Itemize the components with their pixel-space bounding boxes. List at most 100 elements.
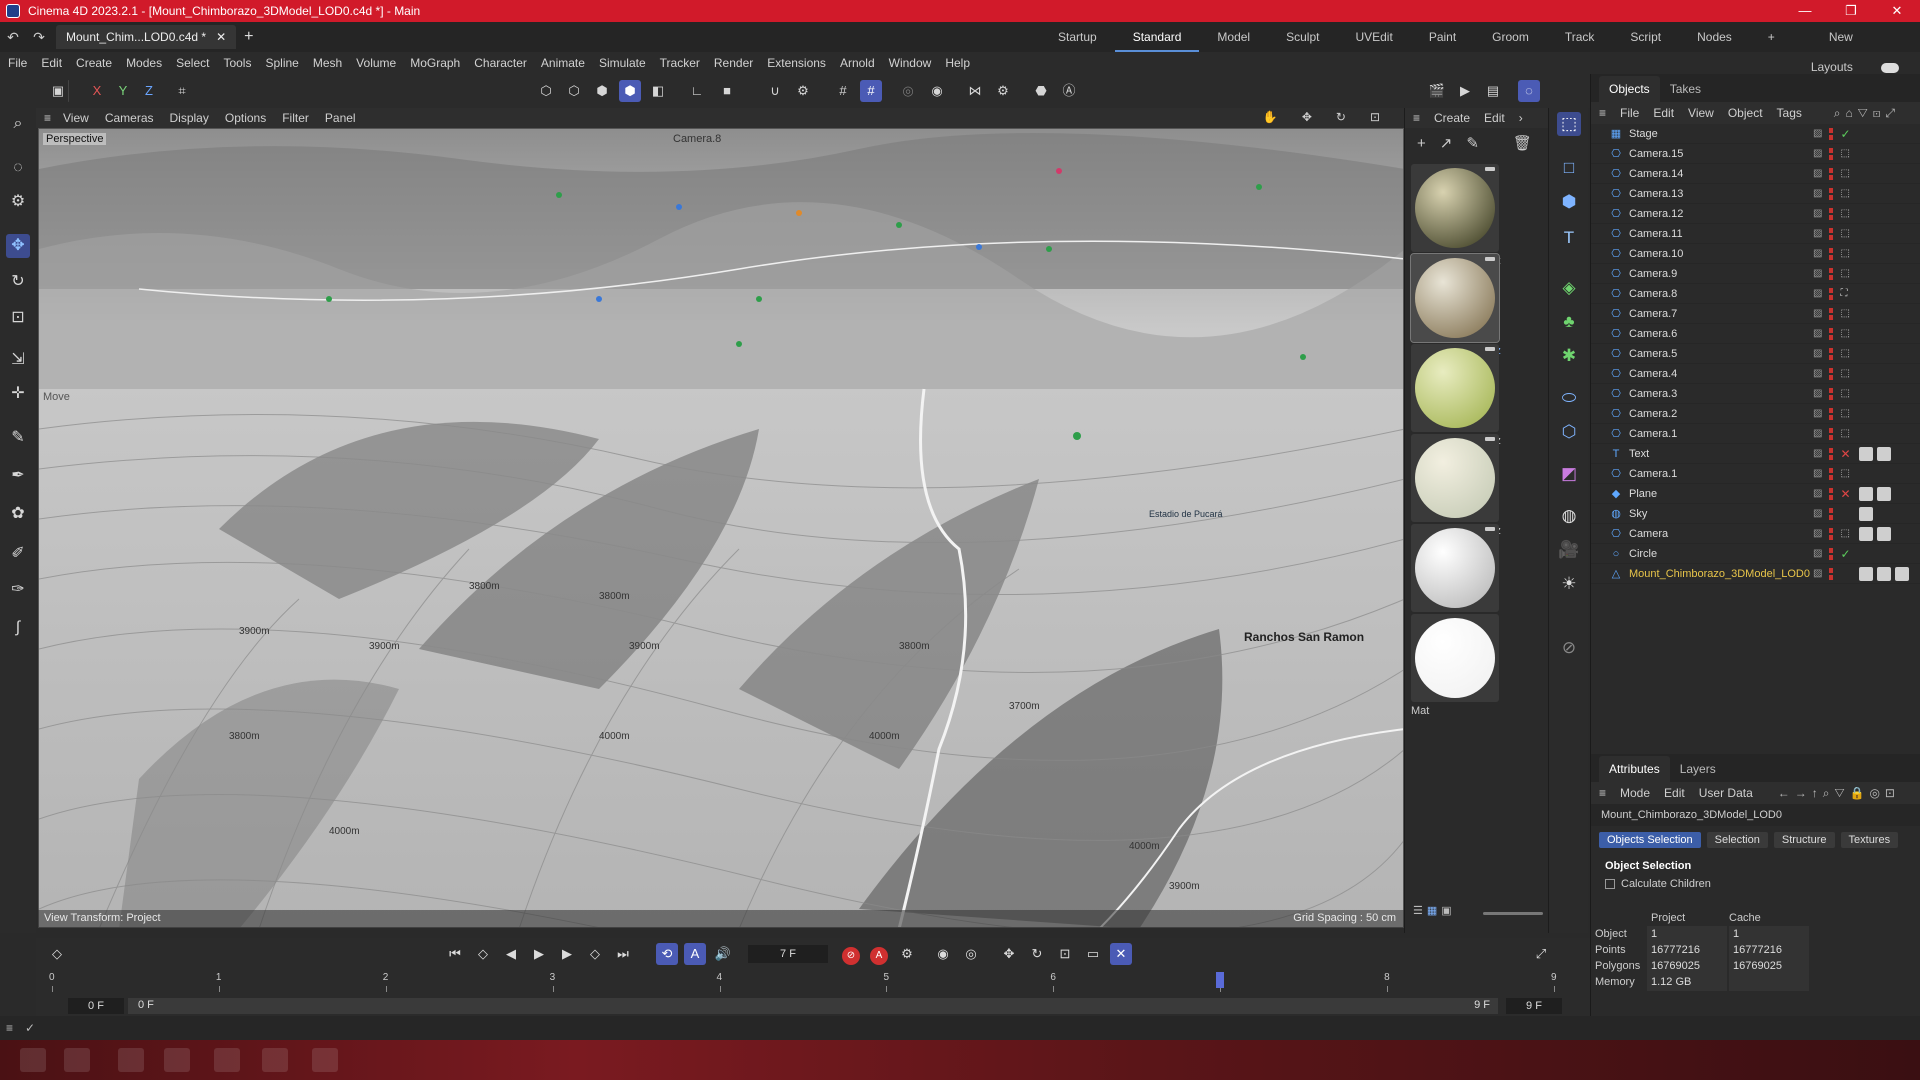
object-row[interactable]: ⎔ Camera.9 ▨ ⬚ — [1591, 264, 1920, 284]
object-row[interactable]: ⎔ Camera.5 ▨ ⬚ — [1591, 344, 1920, 364]
close-button[interactable]: ✕ — [1874, 0, 1920, 22]
layer-icon[interactable]: ▨ — [1813, 128, 1822, 139]
layer-icon[interactable]: ▨ — [1813, 548, 1822, 559]
layer-icon[interactable]: ▨ — [1813, 528, 1822, 539]
render-active-view-icon[interactable]: 🎬 — [1426, 80, 1448, 102]
subtab-selection[interactable]: Selection — [1706, 832, 1768, 848]
document-tab[interactable]: Mount_Chim...LOD0.c4d * ✕ — [56, 25, 237, 49]
protection-tag-icon[interactable]: ⬚ — [1840, 468, 1849, 479]
layout-tab-standard[interactable]: Standard — [1114, 22, 1200, 52]
menu-render[interactable]: Render — [714, 56, 753, 70]
viewport-menu-cameras[interactable]: Cameras — [105, 111, 154, 125]
material-swatch[interactable]: Mount_Chimboraz — [1411, 164, 1505, 267]
layout-tab-groom[interactable]: Groom — [1474, 22, 1547, 52]
interactive-render-icon[interactable]: ◌ — [1518, 80, 1540, 102]
end-frame-field[interactable]: 9 F — [1506, 998, 1562, 1014]
y-axis-toggle[interactable]: Y — [112, 80, 134, 102]
chevron-right-icon[interactable]: › — [1519, 111, 1523, 125]
subtab-objects-selection[interactable]: Objects Selection — [1599, 832, 1701, 848]
objects-toolbar-icons[interactable]: ⌕⌂▽⊡⤢ — [1834, 106, 1900, 121]
attributes-menu-edit[interactable]: Edit — [1664, 786, 1685, 800]
timeline-ruler[interactable]: 0123456789 — [36, 970, 1590, 996]
field-icon[interactable]: ⬡ — [1557, 420, 1581, 444]
viewport-menu-filter[interactable]: Filter — [282, 111, 309, 125]
enabled-check-icon[interactable]: ✓ — [1840, 547, 1850, 561]
camera-create-icon[interactable]: 🎥 — [1557, 538, 1581, 562]
material-swatch[interactable]: PBR — [1411, 524, 1505, 627]
layer-icon[interactable]: ▨ — [1813, 248, 1822, 259]
visibility-toggle[interactable] — [1829, 467, 1834, 480]
taskbar-app-icon[interactable] — [262, 1048, 288, 1072]
paint-tool-icon[interactable]: ✿ — [6, 502, 30, 526]
layer-icon[interactable]: ▨ — [1813, 368, 1822, 379]
material-swatch[interactable]: Mat — [1411, 614, 1505, 717]
taskbar-app-icon[interactable] — [118, 1048, 144, 1072]
tag-icon[interactable] — [1877, 446, 1891, 461]
object-row[interactable]: ▦ Stage ▨ ✓ — [1591, 124, 1920, 144]
pan-view-icon[interactable]: ✋ — [1263, 110, 1278, 124]
material-swatch[interactable]: Mount_Chimboraz — [1411, 344, 1505, 447]
object-row[interactable]: ⎔ Camera.3 ▨ ⬚ — [1591, 384, 1920, 404]
autokey-icon[interactable]: A — [868, 943, 890, 965]
material-swatch[interactable]: Mount_Chimboraz — [1410, 253, 1505, 357]
viewport-menu-display[interactable]: Display — [170, 111, 209, 125]
material-size-slider[interactable] — [1483, 912, 1543, 915]
visibility-toggle[interactable] — [1829, 127, 1834, 140]
object-row[interactable]: ◍ Sky ▨ — [1591, 504, 1920, 524]
disabled-tool-icon[interactable]: ⊘ — [1557, 636, 1581, 660]
menu-simulate[interactable]: Simulate — [599, 56, 646, 70]
undo-icon[interactable]: ↶ — [0, 29, 26, 46]
tag-icon[interactable] — [1859, 526, 1873, 541]
attribute-nav-icons[interactable]: ←→↑⌕▽🔒◎⊡ — [1778, 786, 1900, 801]
param-key-icon[interactable]: ▭ — [1082, 943, 1104, 965]
model-mode-icon[interactable]: ⬢ — [619, 80, 641, 102]
taskbar-app-icon[interactable] — [164, 1048, 190, 1072]
object-row[interactable]: ⎔ Camera.2 ▨ ⬚ — [1591, 404, 1920, 424]
menu-spline[interactable]: Spline — [265, 56, 298, 70]
axis-mode-icon[interactable]: ∟ — [686, 80, 708, 102]
tab-attributes[interactable]: Attributes — [1599, 756, 1670, 782]
subtab-structure[interactable]: Structure — [1773, 832, 1835, 848]
sound-icon[interactable]: 🔊 — [712, 943, 734, 965]
layer-icon[interactable]: ▨ — [1813, 268, 1822, 279]
object-row[interactable]: ⎔ Camera.13 ▨ ⬚ — [1591, 184, 1920, 204]
tag-icon[interactable] — [1895, 566, 1909, 581]
layout-tab-track[interactable]: Track — [1547, 22, 1613, 52]
dolly-view-icon[interactable]: ✥ — [1302, 110, 1312, 124]
go-to-end-icon[interactable]: ⏭ — [612, 943, 634, 965]
layout-tab-startup[interactable]: Startup — [1040, 22, 1115, 52]
object-row[interactable]: ⎔ Camera.6 ▨ ⬚ — [1591, 324, 1920, 344]
subtab-textures[interactable]: Textures — [1840, 832, 1899, 848]
visibility-toggle[interactable] — [1829, 427, 1834, 440]
keyframe-icon[interactable]: ◇ — [46, 943, 68, 965]
live-selection-icon[interactable]: ◌ — [6, 156, 30, 180]
viewport-menu-panel[interactable]: Panel — [325, 111, 356, 125]
protection-tag-icon[interactable]: ⬚ — [1840, 268, 1849, 279]
menu-create[interactable]: Create — [76, 56, 112, 70]
start-frame-field[interactable]: 0 F — [68, 998, 124, 1014]
edit-material-icon[interactable]: ✎ — [1466, 134, 1479, 152]
cube-object-icon[interactable]: ⬢ — [1557, 190, 1581, 214]
menu-animate[interactable]: Animate — [541, 56, 585, 70]
object-row[interactable]: ⎔ Camera.8 ▨ ⛶ — [1591, 284, 1920, 304]
symmetry-icon[interactable]: ⋈ — [964, 80, 986, 102]
menu-modes[interactable]: Modes — [126, 56, 162, 70]
material-menu-icon[interactable]: ≡ — [1413, 111, 1420, 125]
protection-tag-icon[interactable]: ⬚ — [1840, 428, 1849, 439]
visibility-toggle[interactable] — [1829, 507, 1834, 520]
list-view-icon[interactable]: ☰ — [1413, 904, 1423, 917]
visibility-toggle[interactable] — [1829, 207, 1834, 220]
layer-icon[interactable]: ▨ — [1813, 228, 1822, 239]
protection-tag-icon[interactable]: ⬚ — [1840, 188, 1849, 199]
effector-icon[interactable]: ✱ — [1557, 344, 1581, 368]
layer-icon[interactable]: ▨ — [1813, 288, 1822, 299]
protection-tag-icon[interactable]: ⬚ — [1840, 368, 1849, 379]
disabled-x-icon[interactable]: ✕ — [1840, 487, 1850, 501]
layout-tab-uvedit[interactable]: UVEdit — [1337, 22, 1410, 52]
protection-tag-icon[interactable]: ⛶ — [1840, 288, 1847, 299]
protection-tag-icon[interactable]: ⬚ — [1840, 388, 1849, 399]
render-settings-icon[interactable]: ▤ — [1482, 80, 1504, 102]
polygons-mode-icon[interactable]: ⬢ — [591, 80, 613, 102]
viewport-menu-options[interactable]: Options — [225, 111, 266, 125]
protection-tag-icon[interactable]: ⬚ — [1840, 248, 1849, 259]
